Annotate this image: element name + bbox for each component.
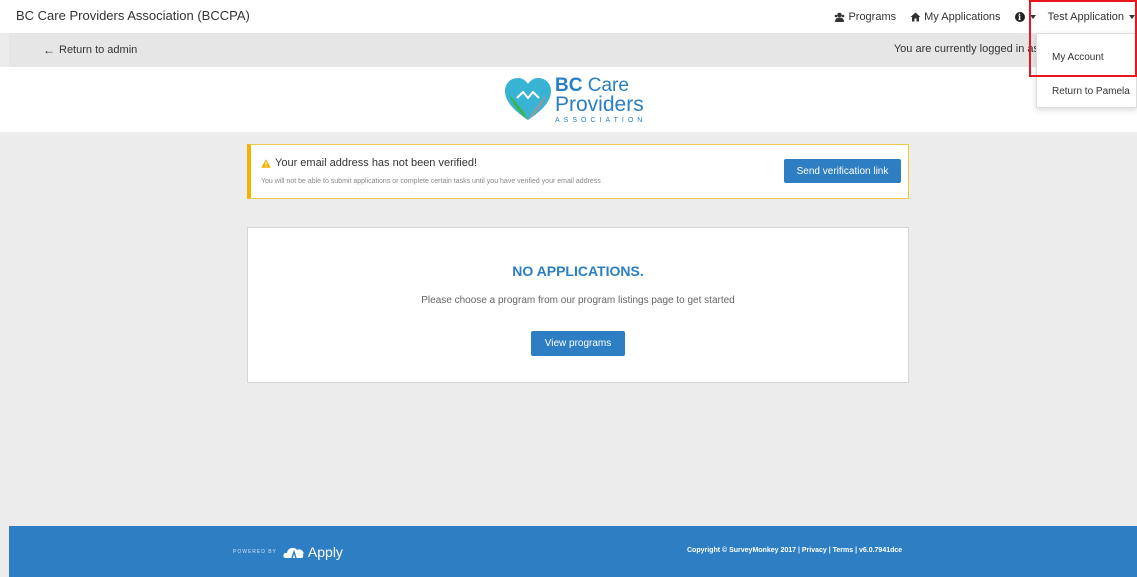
alert-title-text: Your email address has not been verified… — [275, 157, 477, 169]
alert-description: You will not be able to submit applicati… — [261, 178, 601, 185]
heart-hands-icon — [505, 78, 551, 120]
admin-subbar: ← Return to admin You are currently logg… — [9, 33, 1137, 67]
user-name-label: Test Application — [1047, 10, 1124, 23]
no-applications-card: NO APPLICATIONS. Please choose a program… — [247, 227, 909, 383]
info-icon: i — [1014, 11, 1025, 22]
bccpa-logo[interactable]: BC Care Providers ASSOCIATION — [503, 76, 663, 128]
alert-title: Your email address has not been verified… — [261, 157, 477, 169]
no-applications-text: Please choose a program from our program… — [421, 295, 735, 306]
send-verification-link-button[interactable]: Send verification link — [784, 159, 901, 183]
warning-icon — [261, 158, 271, 168]
nav-my-applications-link[interactable]: My Applications — [910, 10, 1001, 23]
logo-text: BC Care Providers ASSOCIATION — [555, 76, 646, 124]
powered-by-apply[interactable]: POWERED BY Apply — [233, 544, 343, 560]
powered-by-label: POWERED BY — [233, 549, 277, 555]
arrow-left-icon: ← — [43, 43, 55, 57]
home-icon — [910, 12, 921, 21]
view-programs-button[interactable]: View programs — [531, 331, 625, 356]
logged-in-notice: You are currently logged in as — [893, 43, 1039, 55]
menu-item-return-to-pamela[interactable]: Return to Pamela — [1052, 86, 1130, 97]
apply-brand: Apply — [307, 544, 343, 560]
apply-cloud-icon — [283, 547, 304, 558]
copyright-text: Copyright © SurveyMonkey 2017 | Privacy … — [687, 547, 903, 554]
footer: POWERED BY Apply Copyright © SurveyMonke… — [9, 526, 1137, 577]
nav-my-applications-label: My Applications — [924, 10, 1001, 23]
nav-programs-link[interactable]: Programs — [834, 11, 896, 23]
logo-association: ASSOCIATION — [555, 117, 647, 124]
logo-banner: BC Care Providers ASSOCIATION — [0, 67, 1137, 132]
no-applications-heading: NO APPLICATIONS. — [512, 263, 644, 279]
user-dropdown-toggle[interactable]: Test Application — [1048, 11, 1137, 23]
chevron-down-icon — [1029, 14, 1036, 19]
email-verification-alert: Your email address has not been verified… — [247, 144, 909, 199]
menu-item-my-account[interactable]: My Account — [1052, 52, 1104, 63]
return-to-admin-label: Return to admin — [59, 44, 138, 56]
chevron-down-icon — [1129, 14, 1135, 19]
nav-programs-label: Programs — [848, 10, 897, 23]
user-dropdown-menu: My Account Return to Pamela — [1036, 33, 1137, 108]
info-dropdown-toggle[interactable]: i — [1014, 11, 1036, 22]
organization-title[interactable]: BC Care Providers Association (BCCPA) — [16, 8, 250, 23]
top-nav-links: Programs My Applications i Test Applicat… — [834, 0, 1137, 33]
top-navbar: BC Care Providers Association (BCCPA) Pr… — [0, 0, 1137, 33]
return-to-admin-link[interactable]: ← Return to admin — [43, 43, 137, 57]
logo-providers: Providers — [555, 93, 644, 116]
users-icon — [835, 12, 845, 22]
